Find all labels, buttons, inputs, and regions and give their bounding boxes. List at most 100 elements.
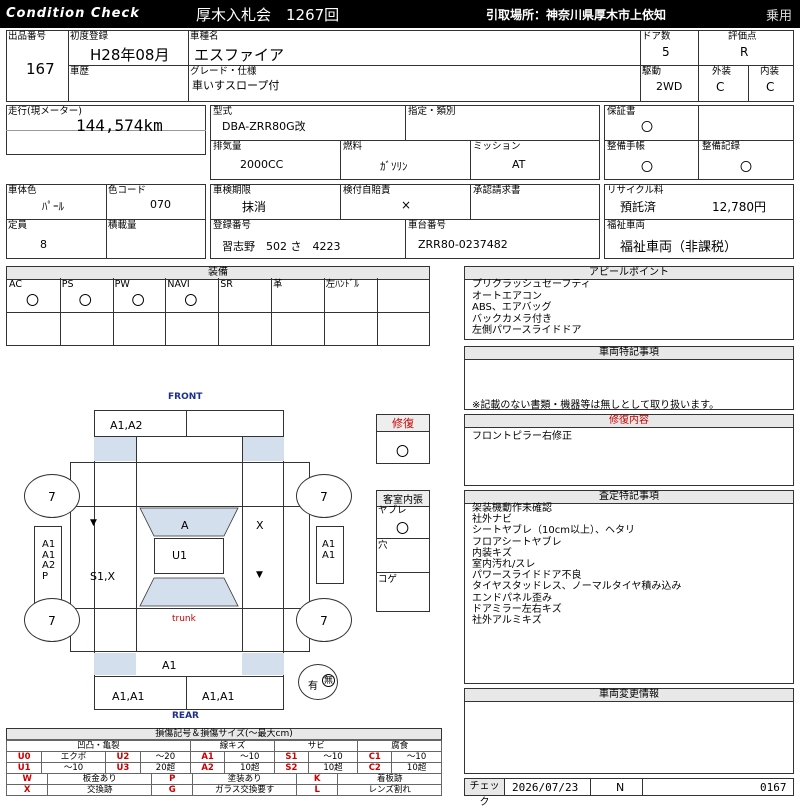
spare-tire-yes: 有	[308, 681, 318, 692]
capacity-label: 定員	[8, 220, 28, 231]
roof-damage: U1	[172, 549, 188, 562]
equipment-divider	[112, 278, 114, 346]
legend-header: 線キズ	[189, 740, 276, 752]
welfare-label: 福祉車両	[607, 220, 646, 231]
body-color: ﾊﾟｰﾙ	[42, 200, 64, 213]
interior-tear-mark: 〇	[396, 522, 410, 537]
plate-label: 登録番号	[213, 220, 252, 231]
inspection-item: タイヤスタッドレス、ノーマルタイヤ積み込み	[472, 581, 682, 593]
wheel-rear-right: 7	[296, 598, 352, 642]
approval-label: 承認請求書	[473, 185, 521, 196]
legend-mark-cell: W	[5, 773, 49, 785]
legend-cell: 〜20	[140, 751, 191, 763]
inspection-item: エンドパネル歪み	[472, 592, 552, 604]
legend-cell: C2	[357, 762, 393, 774]
inspection-item: 社外ナビ	[472, 514, 512, 526]
type-label: 型式	[213, 106, 233, 117]
right-front-damage: X	[256, 519, 264, 532]
appeal-item: ABS、エアバッグ	[472, 302, 552, 313]
interior-tear-label: ヤブレ	[378, 505, 407, 516]
legend-mark-cell: 板金あり	[47, 773, 152, 785]
interior-hole-label: 穴	[378, 540, 388, 551]
welfare: 福祉車両（非課税）	[620, 240, 738, 255]
equipment-divider	[271, 278, 272, 346]
change-title: 車両変更情報	[465, 689, 793, 702]
windshield-damage: A	[181, 519, 189, 532]
lot-label: 出品番号	[8, 31, 47, 42]
capacity: 8	[40, 238, 47, 251]
score-label: 評価点	[728, 31, 757, 42]
recycle-label: リサイクル料	[607, 185, 664, 196]
left-side-damage: A1 A1 A2 P	[42, 539, 56, 582]
equipment-divider	[59, 278, 61, 346]
rear-left-light	[94, 653, 136, 675]
mileage-label: 走行(現メーター)	[8, 106, 82, 117]
legend-mark-cell: L	[295, 784, 339, 796]
inspection-expiry: 抹消	[242, 200, 267, 214]
equipment-item-3-label: PW	[114, 279, 130, 290]
legend-cell: U2	[104, 751, 142, 763]
legend-mark-cell: G	[150, 784, 194, 796]
legend-cell: 〜10	[41, 762, 106, 774]
color-label: 車体色	[8, 185, 37, 196]
equipment-divider	[218, 278, 220, 346]
legend-cell: 20超	[140, 762, 191, 774]
inspection-label: 車検期限	[213, 185, 252, 196]
front-bumper-damage: A1,A2	[110, 419, 143, 432]
front-right-light	[242, 437, 284, 461]
record: 〇	[740, 160, 753, 174]
color-code: 070	[150, 198, 171, 211]
legend-cell: 〜10	[224, 751, 276, 763]
legend-header: 凹凸・亀裂	[6, 740, 191, 752]
spare-tire-no: 無	[322, 674, 335, 687]
legend-mark-cell: 着板跡	[337, 773, 442, 785]
interior-label: 内装	[760, 66, 780, 77]
tax-label: 検付自賠責	[343, 185, 391, 196]
manual: 〇	[641, 160, 654, 174]
equipment-divider	[376, 278, 378, 346]
rear-left-damage: A1,A1	[112, 690, 145, 703]
fuel: ｶﾞｿﾘﾝ	[380, 160, 408, 173]
lot-number: 167	[26, 60, 55, 78]
model-type: DBA-ZRR80G改	[222, 120, 306, 133]
legend-mark-cell: レンズ割れ	[337, 784, 442, 796]
chassis-label: 車台番号	[408, 220, 447, 231]
recycle-status: 預託済	[620, 200, 657, 214]
equipment-item-6-label: 革	[273, 279, 283, 290]
category: 乗用	[766, 9, 793, 24]
equipment-item-5-label: SR	[220, 279, 233, 290]
appeal-item: バックカメラ付き	[472, 313, 552, 325]
tax-mark: ×	[401, 198, 412, 212]
appeal-item: 左側パワースライドドア	[472, 325, 582, 336]
legend-cell: 10超	[224, 762, 276, 774]
special-note: ※記載のない書類・機器等は無しとして取り扱います。	[472, 400, 720, 411]
equipment-item-1-mark: 〇	[26, 294, 40, 309]
front-label: FRONT	[168, 392, 203, 402]
check-number: 0167	[760, 781, 787, 794]
inspection-item: 架装機動作未確認	[472, 503, 552, 514]
fuel-label: 燃料	[343, 141, 363, 152]
grade-label: グレード・仕様	[190, 66, 257, 77]
wheel-front-right: 7	[296, 474, 352, 518]
interior-burn-label: コゲ	[378, 574, 398, 585]
appeal-item: オートエアコン	[472, 290, 542, 302]
auction-name: 厚木入札会 1267回	[196, 6, 340, 24]
legend-cell: U0	[5, 751, 43, 763]
legend-cell: 10超	[307, 762, 359, 774]
repair-mark: 〇	[396, 445, 410, 460]
warranty: 〇	[641, 120, 654, 134]
inspection-item: 内装キズ	[472, 547, 512, 559]
damage-legend-table: 凹凸・亀裂 線キズ サビ 腐食 U0 エクボ U2 〜20 A1 〜10 S1 〜10 C1 〜10 U1 〜…	[5, 740, 442, 774]
exterior-label: 外装	[712, 66, 732, 77]
wheel-rear-left: 7	[24, 598, 80, 642]
rear-right-light	[242, 653, 284, 675]
equipment-item-7-label: 左ﾊﾝﾄﾞﾙ	[325, 279, 360, 290]
first-reg-label: 初度登録	[70, 31, 109, 42]
legend-mark-cell: X	[5, 784, 49, 796]
legend-mark-cell: K	[295, 773, 339, 785]
front-left-light	[94, 437, 136, 461]
legend-mark-cell: P	[150, 773, 194, 785]
exterior-grade: C	[716, 80, 725, 94]
warranty-label: 保証書	[607, 106, 636, 117]
mission: AT	[512, 158, 526, 171]
